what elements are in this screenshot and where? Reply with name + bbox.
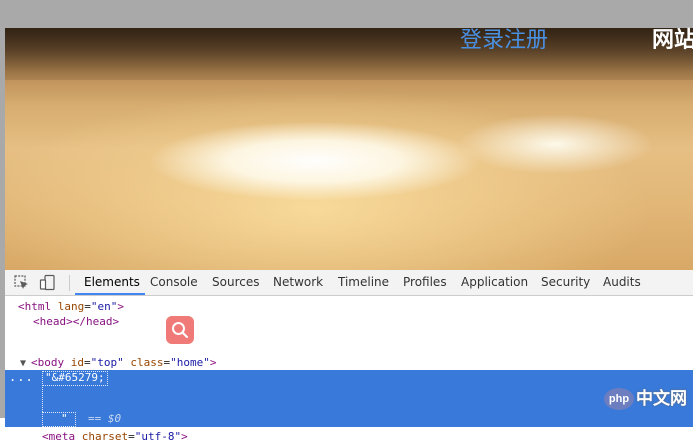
tab-network[interactable]: Network bbox=[273, 270, 323, 295]
expand-triangle-icon[interactable]: ▼ bbox=[20, 356, 26, 371]
tab-application[interactable]: Application bbox=[461, 270, 528, 295]
html-attr-value: "en" bbox=[90, 300, 118, 313]
text-node-guide bbox=[42, 385, 43, 412]
console-ref-label: == $0 bbox=[88, 412, 122, 425]
php-cn-watermark: php 中文网 bbox=[604, 386, 690, 414]
html-tag: <html bbox=[18, 300, 52, 313]
meta-tag: <meta bbox=[42, 430, 76, 443]
php-logo: php bbox=[604, 388, 634, 410]
tree-node-meta[interactable]: <meta charset="utf-8"> bbox=[42, 429, 188, 444]
tab-audits[interactable]: Audits bbox=[603, 270, 641, 295]
devtools-panel: Elements Console Sources Network Timelin… bbox=[5, 270, 693, 443]
head-tag: <head></head> bbox=[33, 315, 120, 328]
active-tab-indicator bbox=[75, 293, 145, 295]
tree-node-html[interactable]: <html lang="en"> bbox=[18, 299, 124, 314]
meta-attr-value: "utf-8" bbox=[134, 430, 182, 443]
tab-profiles[interactable]: Profiles bbox=[403, 270, 447, 295]
html-tag-close: > bbox=[117, 300, 124, 313]
body-attr-id: id bbox=[70, 356, 84, 369]
body-tag: <body bbox=[31, 356, 65, 369]
meta-tag-close: > bbox=[181, 430, 188, 443]
tab-console[interactable]: Console bbox=[150, 270, 198, 295]
toolbar-divider bbox=[69, 275, 70, 291]
text-node-value: "&#65279; bbox=[45, 371, 105, 384]
tree-node-body[interactable]: <body id="top" class="home"> bbox=[31, 355, 217, 370]
inspect-element-icon[interactable] bbox=[13, 274, 30, 291]
body-attr-id-value: "top" bbox=[90, 356, 124, 369]
tab-elements[interactable]: Elements bbox=[84, 270, 140, 295]
devtools-tabbar: Elements Console Sources Network Timelin… bbox=[5, 270, 693, 296]
login-register-link[interactable]: 登录注册 bbox=[460, 26, 548, 56]
body-tag-close: > bbox=[209, 356, 217, 369]
text-node-end-quote: " bbox=[61, 412, 68, 425]
html-attr: lang bbox=[57, 300, 85, 313]
elements-tree: <html lang="en"> <head></head> ▼ <body i… bbox=[5, 296, 693, 443]
tab-sources[interactable]: Sources bbox=[212, 270, 259, 295]
selected-text-node[interactable]: ... "&#65279; " == $0 bbox=[5, 370, 693, 427]
tree-node-head[interactable]: <head></head> bbox=[33, 314, 119, 329]
meta-attr: charset bbox=[81, 430, 129, 443]
device-mode-icon[interactable] bbox=[39, 274, 56, 291]
top-bar bbox=[0, 0, 693, 28]
node-menu-dots[interactable]: ... bbox=[9, 370, 34, 385]
site-nav-link[interactable]: 网站 bbox=[652, 26, 693, 56]
tab-security[interactable]: Security bbox=[541, 270, 590, 295]
text-node-end-outline bbox=[42, 412, 76, 427]
hero-banner bbox=[5, 28, 693, 270]
body-attr-class: class bbox=[130, 356, 164, 369]
search-icon[interactable] bbox=[166, 316, 194, 344]
tab-timeline[interactable]: Timeline bbox=[338, 270, 389, 295]
body-attr-class-value: "home" bbox=[170, 356, 210, 369]
watermark-text: 中文网 bbox=[636, 389, 687, 409]
hero-header-shade bbox=[5, 28, 693, 80]
